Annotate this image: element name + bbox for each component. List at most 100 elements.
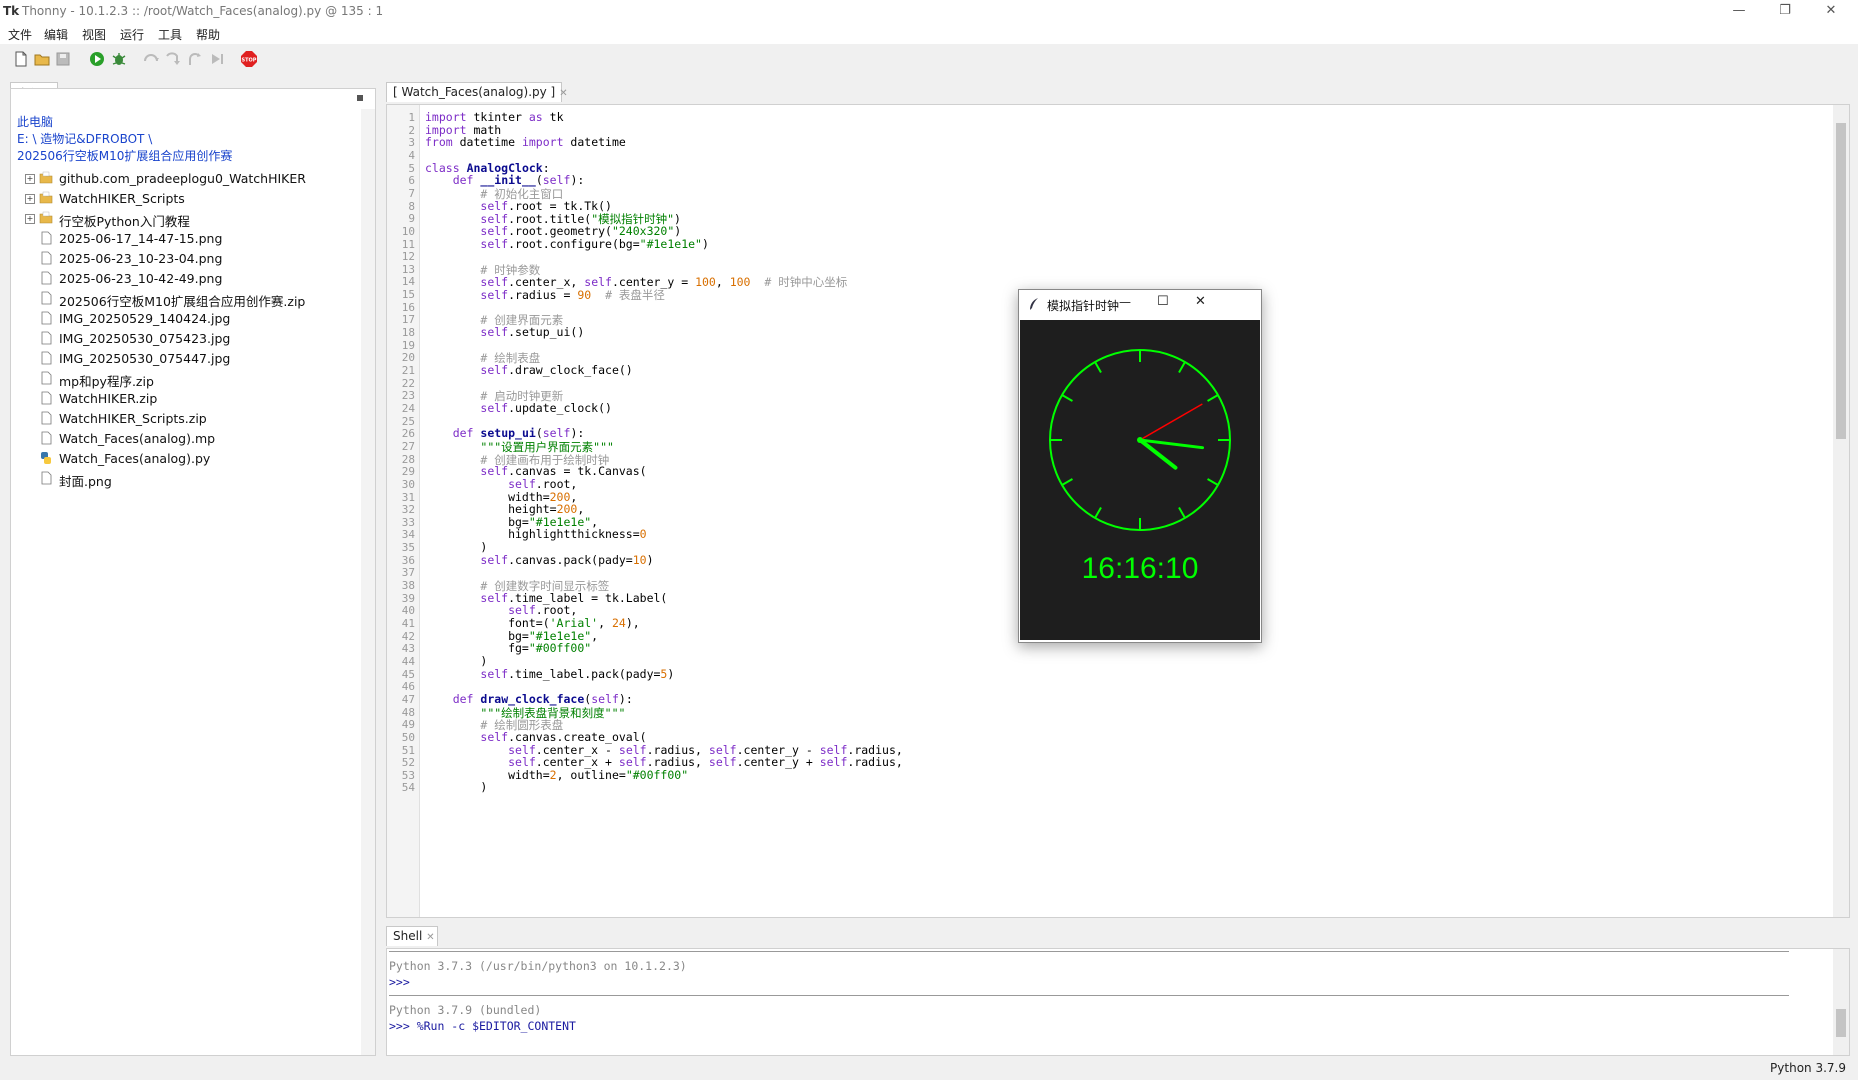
path-folder[interactable]: 202506行空板M10扩展组合应用创作赛 <box>17 147 232 164</box>
tree-item-label: IMG_20250529_140424.jpg <box>59 311 231 326</box>
close-tab-icon[interactable]: ✕ <box>559 88 567 99</box>
tree-item[interactable]: 2025-06-23_10-42-49.png <box>25 269 365 289</box>
code-line[interactable]: from datetime import datetime <box>425 135 626 149</box>
clock-tick <box>1207 478 1219 486</box>
menu-tools[interactable]: 工具 <box>158 26 182 43</box>
path-drive[interactable]: E: \ 造物记&DFROBOT \ <box>17 130 152 147</box>
shell-scroll-thumb[interactable] <box>1836 1009 1846 1037</box>
tree-item[interactable]: + github.com_pradeeplogu0_WatchHIKER <box>25 169 365 189</box>
clock-window-title: 模拟指针时钟 <box>1047 299 1120 313</box>
shell-tab-label: Shell <box>393 929 423 943</box>
code-line[interactable]: self.radius = 90 # 表盘半径 <box>425 287 665 303</box>
interpreter-status[interactable]: Python 3.7.9 <box>1770 1061 1846 1075</box>
panel-menu-icon[interactable] <box>357 95 363 101</box>
clock-close-button[interactable]: ✕ <box>1195 294 1206 309</box>
expand-icon[interactable]: + <box>25 214 35 224</box>
menu-run[interactable]: 运行 <box>120 26 144 43</box>
clock-tick <box>1094 361 1102 373</box>
menu-view[interactable]: 视图 <box>82 26 106 43</box>
clock-minimize-button[interactable]: — <box>1119 295 1131 309</box>
code-line[interactable]: self.draw_clock_face() <box>425 363 632 377</box>
close-tab-icon[interactable]: ✕ <box>426 932 434 943</box>
tree-item[interactable]: Watch_Faces(analog).mp <box>25 429 365 449</box>
files-panel: 此电脑 E: \ 造物记&DFROBOT \ 202506行空板M10扩展组合应… <box>10 88 376 1056</box>
editor-scroll-thumb[interactable] <box>1836 123 1846 439</box>
editor-scrollbar[interactable] <box>1833 105 1849 917</box>
step-over-icon[interactable] <box>142 50 160 68</box>
shell-separator <box>389 951 1789 952</box>
tree-item[interactable]: mp和py程序.zip <box>25 369 365 389</box>
clock-tick <box>1178 361 1186 373</box>
tree-item[interactable]: IMG_20250530_075423.jpg <box>25 329 365 349</box>
tree-item[interactable]: IMG_20250530_075447.jpg <box>25 349 365 369</box>
menu-edit[interactable]: 编辑 <box>44 26 68 43</box>
clock-tick <box>1061 478 1073 486</box>
new-file-icon[interactable] <box>12 50 30 68</box>
files-scrollbar[interactable] <box>361 109 375 1055</box>
restore-button[interactable]: ❐ <box>1762 0 1808 24</box>
tree-item-label: Watch_Faces(analog).mp <box>59 431 216 446</box>
debug-icon[interactable] <box>110 50 128 68</box>
shell-prompt-line: >>> %Run -c $EDITOR_CONTENT <box>389 1019 576 1033</box>
tree-item[interactable]: 202506行空板M10扩展组合应用创作赛.zip <box>25 289 365 309</box>
tree-item[interactable]: + 行空板Python入门教程 <box>25 209 365 229</box>
tree-item[interactable]: WatchHIKER_Scripts.zip <box>25 409 365 429</box>
resume-icon[interactable] <box>208 50 226 68</box>
file-icon <box>41 431 52 445</box>
minimize-button[interactable]: — <box>1716 0 1762 24</box>
tree-item-label: 封面.png <box>59 474 112 489</box>
clock-window[interactable]: 模拟指针时钟 — ☐ ✕ 16:16:10 <box>1018 289 1262 643</box>
tree-item[interactable]: + WatchHIKER_Scripts <box>25 189 365 209</box>
tree-item-label: WatchHIKER.zip <box>59 391 158 406</box>
run-icon[interactable] <box>88 50 106 68</box>
stop-icon[interactable]: STOP <box>240 50 258 68</box>
tree-item[interactable]: 2025-06-17_14-47-15.png <box>25 229 365 249</box>
file-icon <box>41 231 52 245</box>
shell-prompt-line: >>> <box>389 975 410 989</box>
clock-maximize-button[interactable]: ☐ <box>1157 294 1169 309</box>
tree-item-label: Watch_Faces(analog).py <box>59 451 211 466</box>
clock-tick <box>1207 394 1219 402</box>
file-tree: + github.com_pradeeplogu0_WatchHIKER + Watc… <box>11 169 375 569</box>
code-line[interactable]: self.setup_ui() <box>425 325 584 339</box>
step-out-icon[interactable] <box>186 50 204 68</box>
folder-icon <box>39 191 53 204</box>
shell-panel[interactable]: Python 3.7.3 (/usr/bin/python3 on 10.1.2… <box>386 948 1850 1056</box>
code-line[interactable]: self.update_clock() <box>425 401 612 415</box>
file-icon <box>41 251 52 265</box>
tree-item[interactable]: Watch_Faces(analog).py <box>25 449 365 469</box>
step-into-icon[interactable] <box>164 50 182 68</box>
code-line[interactable]: self.canvas.pack(pady=10) <box>425 553 653 567</box>
code-line[interactable]: self.time_label.pack(pady=5) <box>425 667 674 681</box>
tree-item[interactable]: 2025-06-23_10-23-04.png <box>25 249 365 269</box>
code-line[interactable]: self.root.configure(bg="#1e1e1e") <box>425 237 709 251</box>
toolbar: STOP <box>0 44 1858 74</box>
analog-clock-face: 16:16:10 <box>1049 349 1231 585</box>
tree-item-label: WatchHIKER_Scripts.zip <box>59 411 207 426</box>
tree-item[interactable]: WatchHIKER.zip <box>25 389 365 409</box>
file-icon <box>41 411 52 425</box>
shell-scrollbar[interactable] <box>1833 949 1849 1055</box>
menu-file[interactable]: 文件 <box>8 26 32 43</box>
tree-item[interactable]: 封面.png <box>25 469 365 489</box>
open-folder-icon[interactable] <box>33 50 51 68</box>
file-icon <box>41 471 52 485</box>
save-icon[interactable] <box>54 50 72 68</box>
folder-icon <box>39 171 53 184</box>
tab-shell[interactable]: Shell ✕ <box>386 926 438 946</box>
tab-editor[interactable]: [ Watch_Faces(analog).py ] ✕ <box>386 82 568 102</box>
code-line[interactable]: ) <box>425 780 487 794</box>
path-this-pc[interactable]: 此电脑 <box>17 113 53 130</box>
tree-item[interactable]: IMG_20250529_140424.jpg <box>25 309 365 329</box>
expand-icon[interactable]: + <box>25 174 35 184</box>
tree-item-label: 202506行空板M10扩展组合应用创作赛.zip <box>59 294 306 309</box>
expand-icon[interactable]: + <box>25 194 35 204</box>
menu-bar: 文件 编辑 视图 运行 工具 帮助 <box>0 24 1858 44</box>
clock-canvas: 16:16:10 <box>1020 320 1260 640</box>
tree-item-label: 2025-06-23_10-42-49.png <box>59 271 223 286</box>
clock-tick <box>1178 507 1186 519</box>
status-bar: Python 3.7.9 <box>0 1058 1858 1080</box>
close-button[interactable]: ✕ <box>1808 0 1854 24</box>
title-bar[interactable]: Tk Thonny - 10.1.2.3 :: /root/Watch_Face… <box>0 0 1858 24</box>
menu-help[interactable]: 帮助 <box>196 26 220 43</box>
